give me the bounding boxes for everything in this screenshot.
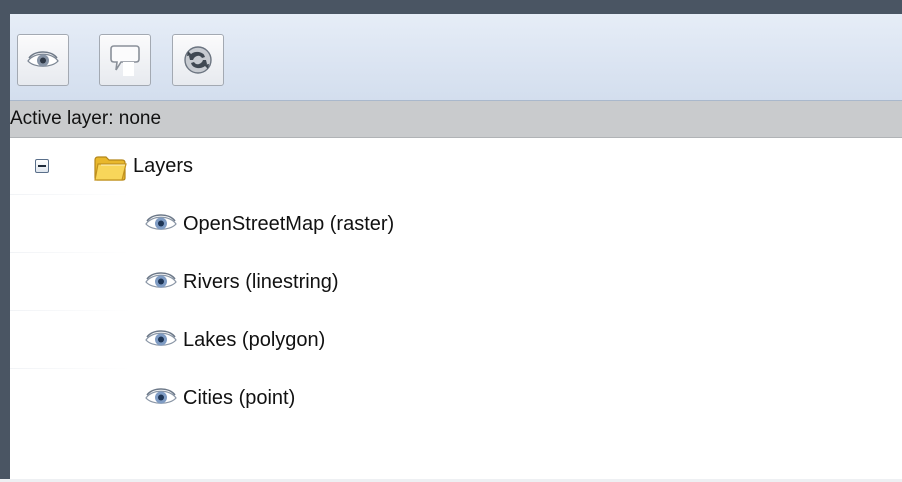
layer-row[interactable]: Cities (point) <box>10 370 902 426</box>
toggle-visibility-button[interactable] <box>17 34 69 86</box>
row-divider <box>10 252 130 253</box>
layer-row[interactable]: OpenStreetMap (raster) <box>10 196 902 252</box>
window-frame-left <box>0 0 10 480</box>
layer-tree-window: Active layer: none Layers OpenStreetMap … <box>0 0 902 482</box>
minus-icon <box>38 165 46 167</box>
tree-group-label: Layers <box>133 155 194 177</box>
window-frame-top <box>0 0 902 14</box>
layer-label: Rivers (linestring) <box>183 271 339 293</box>
eye-icon[interactable] <box>144 212 178 234</box>
layer-label: OpenStreetMap (raster) <box>183 213 395 235</box>
layer-tree: Layers OpenStreetMap (raster) Rivers (li… <box>10 138 902 480</box>
eye-icon[interactable] <box>144 270 178 292</box>
refresh-layers-button[interactable] <box>172 34 224 86</box>
eye-icon[interactable] <box>144 328 178 350</box>
eye-icon <box>27 51 59 67</box>
toolbar <box>10 14 902 101</box>
layer-label: Lakes (polygon) <box>183 329 326 351</box>
active-layer-label: Active layer: none <box>10 108 162 129</box>
info-balloon-button[interactable] <box>99 34 151 86</box>
tree-node-layers-group[interactable]: Layers <box>10 138 902 194</box>
layer-label: Cities (point) <box>183 387 296 409</box>
eye-icon[interactable] <box>144 386 178 408</box>
layer-row[interactable]: Rivers (linestring) <box>10 254 902 310</box>
refresh-globe-icon <box>184 46 212 74</box>
layer-tree-panel: Active layer: none Layers OpenStreetMap … <box>10 14 902 480</box>
collapse-toggle[interactable] <box>35 159 49 173</box>
folder-icon <box>94 156 127 181</box>
layer-row[interactable]: Lakes (polygon) <box>10 312 902 368</box>
row-divider <box>10 310 130 311</box>
speech-bubble-icon <box>110 45 140 76</box>
row-divider <box>10 194 130 195</box>
active-layer-bar: Active layer: none <box>10 101 902 138</box>
row-divider <box>10 368 130 369</box>
